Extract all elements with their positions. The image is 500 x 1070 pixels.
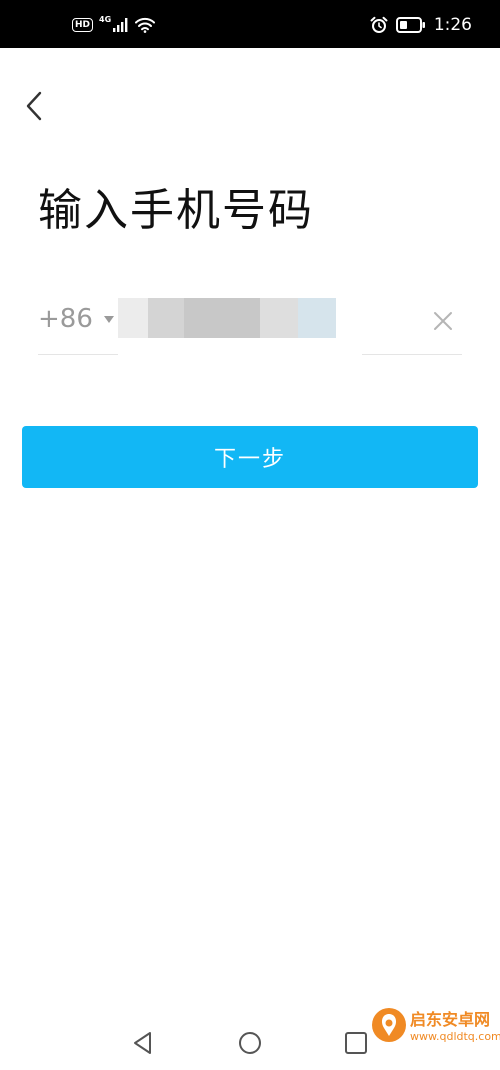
status-bar: HD 4G 1:26 [0, 0, 500, 48]
watermark-url: www.qdldtq.com [410, 1030, 500, 1043]
next-step-button[interactable]: 下一步 [22, 426, 478, 488]
status-time: 1:26 [433, 15, 472, 35]
watermark-title: 启东安卓网 [410, 1010, 491, 1029]
watermark-logo [372, 1008, 406, 1042]
signal-icon [113, 18, 128, 32]
watermark: 启东安卓网 www.qdldtq.com [370, 1000, 500, 1066]
hd-badge-icon: HD [72, 18, 94, 32]
wifi-icon [135, 17, 156, 33]
battery-icon [395, 17, 425, 33]
phone-input-row: +86 [38, 296, 462, 356]
close-icon[interactable] [430, 308, 456, 334]
status-left: HD 4G [72, 14, 156, 36]
page-title: 输入手机号码 [38, 185, 314, 236]
nav-recent-icon[interactable] [343, 1030, 369, 1056]
status-right: 1:26 [370, 12, 472, 38]
country-code-selector[interactable]: +86 [38, 304, 93, 334]
back-button[interactable] [18, 86, 50, 126]
alarm-icon [370, 16, 388, 33]
nav-home-icon[interactable] [237, 1030, 263, 1056]
input-underline [362, 354, 462, 355]
nav-back-icon[interactable] [130, 1030, 156, 1056]
triangle-down-icon[interactable] [104, 316, 114, 324]
input-underline [38, 354, 118, 355]
chevron-left-icon [26, 91, 42, 121]
redacted-phone-number [118, 298, 336, 338]
network-type-label: 4G [99, 14, 112, 24]
